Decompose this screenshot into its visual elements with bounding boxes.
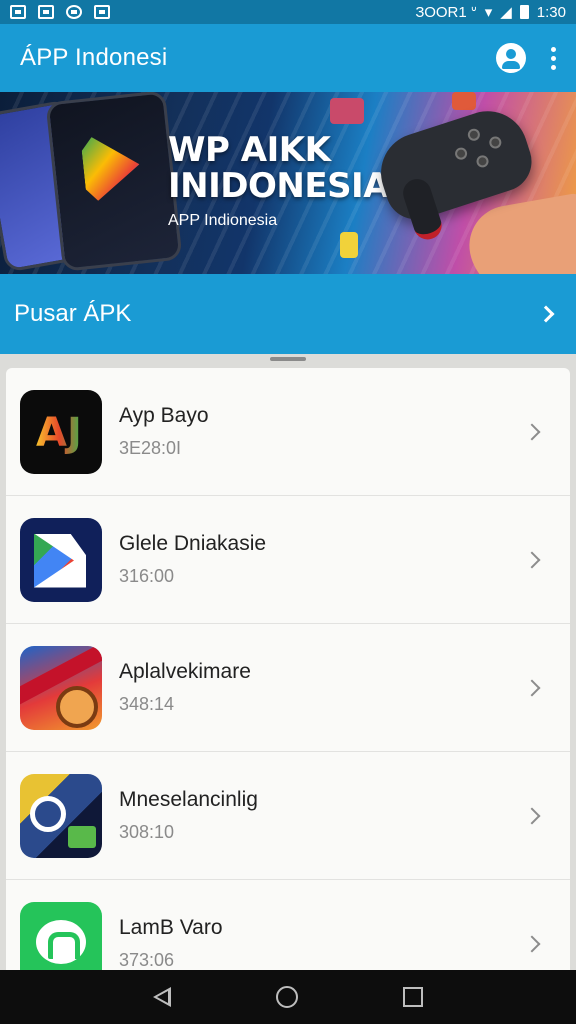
app-size: 308:10 [119, 822, 175, 842]
play-logo-icon [80, 132, 142, 202]
app-name: Aplalvekimare [119, 660, 251, 683]
app-name: Glele Dniakasie [119, 532, 267, 555]
list-item-text: Ayp Bayo 3E28:0I [119, 404, 526, 459]
app-title: ÁPP Indonesi [20, 44, 168, 71]
play-store-icon [20, 517, 102, 602]
list-item[interactable]: LamB Varo 373:06 [6, 880, 570, 970]
chevron-right-icon [523, 679, 541, 696]
app-bar-actions [496, 43, 556, 73]
location-icon [66, 5, 82, 19]
chevron-right-icon [523, 807, 541, 824]
toy-illustration [340, 232, 358, 258]
list-item[interactable]: Mneselancinlig 308:10 [6, 752, 570, 880]
list-item-text: Aplalvekimare 348:14 [119, 660, 526, 715]
status-right: ЗООR1 ᐡ ▾ ◢ 1:30 [415, 3, 566, 22]
list-item[interactable]: AJ Ayp Bayo 3E28:0I [6, 368, 570, 496]
status-left-icons [10, 5, 110, 19]
account-icon[interactable] [496, 43, 526, 73]
toy-illustration [452, 92, 476, 110]
list-item-text: LamB Varo 373:06 [119, 916, 526, 970]
photo-icon [38, 5, 54, 19]
app-size: 3E28:0I [119, 438, 182, 458]
status-time: 1:30 [536, 3, 566, 21]
gallery-icon [10, 5, 26, 19]
status-indicators: ЗООR1 ᐡ [415, 4, 477, 21]
signal-icon: ◢ [500, 4, 512, 21]
recent-apps-icon[interactable] [403, 987, 424, 1007]
chevron-right-icon [523, 935, 541, 952]
navigation-bar [0, 970, 576, 1024]
wifi-icon: ▾ [484, 4, 493, 21]
toy-illustration [330, 98, 364, 124]
chevron-right-icon [523, 423, 541, 440]
tools-icon [20, 773, 102, 858]
game-mascot-icon [20, 645, 102, 730]
apk-section-row[interactable]: Pusar ÁPK [0, 274, 576, 354]
banner-text: WP AIKK INIDONESIA APP Indionesia [168, 130, 390, 230]
back-icon[interactable] [152, 987, 171, 1007]
app-size: 373:06 [119, 950, 175, 970]
app-list: AJ Ayp Bayo 3E28:0I Glele Dniakasie 316:… [6, 368, 570, 970]
phone-illustration-front [45, 92, 183, 272]
apk-section-title: Pusar ÁPK [14, 300, 132, 327]
banner-subtitle: APP Indionesia [168, 212, 278, 229]
list-item-text: Mneselancinlig 308:10 [119, 788, 526, 843]
app-name: Mneselancinlig [119, 788, 258, 811]
chat-bubble-icon [20, 901, 102, 970]
battery-icon [519, 5, 529, 19]
chevron-right-icon [523, 551, 541, 568]
promo-banner[interactable]: WP AIKK INIDONESIA APP Indionesia [0, 92, 576, 274]
list-item-text: Glele Dniakasie 316:00 [119, 532, 526, 587]
status-bar: ЗООR1 ᐡ ▾ ◢ 1:30 [0, 0, 576, 24]
app-size: 348:14 [119, 694, 175, 714]
app-name: LamB Varo [119, 916, 223, 939]
banner-headline-line1: WP AIKK [168, 130, 331, 170]
aj-app-icon: AJ [20, 389, 102, 474]
list-item[interactable]: Aplalvekimare 348:14 [6, 624, 570, 752]
app-name: Ayp Bayo [119, 404, 209, 427]
app-size: 316:00 [119, 566, 175, 586]
banner-headline: WP AIKK INIDONESIA [168, 130, 390, 206]
more-options-icon[interactable] [550, 46, 556, 70]
banner-headline-line2: INIDONESIA [168, 166, 390, 206]
camera-icon [94, 5, 110, 19]
app-bar: ÁPP Indonesi [0, 24, 576, 92]
chevron-right-icon [537, 305, 555, 323]
drag-handle[interactable] [270, 357, 306, 361]
list-item[interactable]: Glele Dniakasie 316:00 [6, 496, 570, 624]
home-icon[interactable] [275, 986, 298, 1008]
